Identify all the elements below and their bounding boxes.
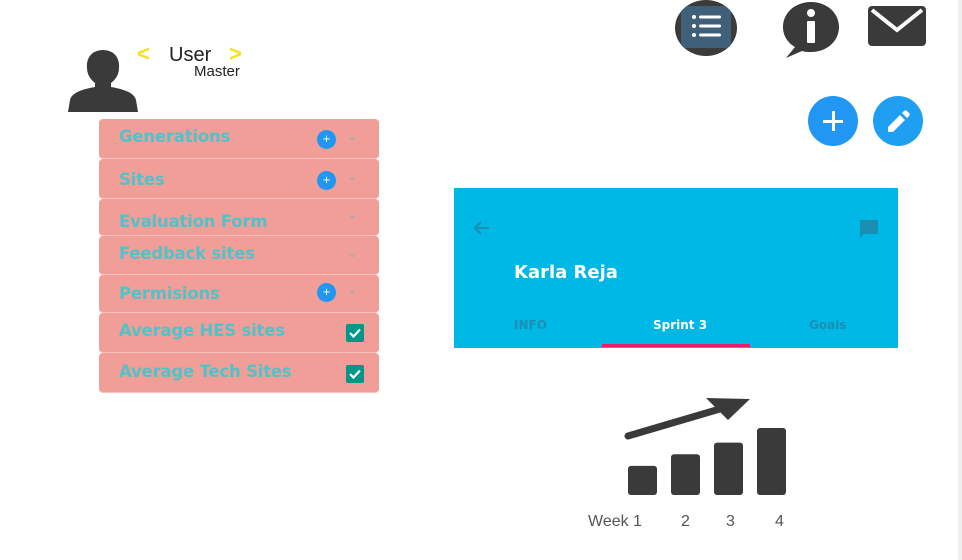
checkbox-average-tech-sites[interactable] bbox=[346, 365, 364, 383]
user-role: Master bbox=[194, 63, 240, 80]
user-avatar-icon[interactable] bbox=[66, 48, 140, 112]
menu-item-label: Generations bbox=[119, 127, 231, 146]
tab-sprint-3[interactable]: Sprint 3 bbox=[653, 318, 707, 332]
checkmark-icon bbox=[349, 369, 361, 380]
menu-item-permisions[interactable]: Permisions + ⌄ bbox=[99, 275, 379, 313]
x-tick-label: Week 1 bbox=[588, 513, 642, 530]
previous-user-button[interactable]: < bbox=[137, 41, 150, 67]
chevron-down-icon[interactable]: ⌄ bbox=[348, 210, 356, 221]
menu-item-average-hes-sites[interactable]: Average HES sites bbox=[99, 313, 379, 353]
chevron-down-icon[interactable]: ⌄ bbox=[348, 172, 356, 183]
menu-item-generations[interactable]: Generations + ⌄ bbox=[99, 119, 379, 159]
sidebar-menu: Generations + ⌄ Sites + ⌄ Evaluation For… bbox=[99, 119, 379, 393]
scrollbar-track[interactable] bbox=[958, 0, 962, 560]
add-button[interactable] bbox=[808, 96, 858, 146]
menu-item-label: Average Tech Sites bbox=[119, 362, 292, 381]
edit-button[interactable] bbox=[873, 96, 923, 146]
chat-icon[interactable] bbox=[858, 218, 880, 240]
menu-item-evaluation-form[interactable]: Evaluation Form ⌄ bbox=[99, 199, 379, 236]
chevron-down-icon[interactable]: ⌄ bbox=[348, 132, 356, 143]
list-icon bbox=[681, 6, 731, 48]
x-tick-label: 4 bbox=[775, 513, 784, 530]
menu-item-feedback-sites[interactable]: Feedback sites ⌄ bbox=[99, 236, 379, 275]
trend-arrow-line bbox=[624, 402, 734, 440]
info-icon[interactable] bbox=[780, 0, 842, 60]
menu-item-label: Sites bbox=[119, 170, 165, 189]
menu-item-label: Permisions bbox=[119, 284, 220, 303]
x-tick-label: 2 bbox=[681, 513, 690, 530]
menu-item-label: Average HES sites bbox=[119, 321, 285, 340]
profile-name: Karla Reja bbox=[514, 262, 618, 283]
menu-item-sites[interactable]: Sites + ⌄ bbox=[99, 159, 379, 199]
chart-bar bbox=[671, 454, 700, 495]
active-tab-indicator bbox=[602, 344, 750, 347]
menu-item-label: Evaluation Form bbox=[119, 212, 268, 231]
mail-icon[interactable] bbox=[866, 4, 928, 48]
add-permision-button[interactable]: + bbox=[317, 283, 336, 302]
list-menu-button[interactable] bbox=[675, 0, 737, 56]
chart-bar bbox=[714, 442, 743, 495]
checkbox-average-hes-sites[interactable] bbox=[346, 324, 364, 342]
chart-bar bbox=[628, 465, 657, 495]
x-tick-label: 3 bbox=[726, 513, 735, 530]
add-generation-button[interactable]: + bbox=[317, 130, 336, 149]
menu-item-label: Feedback sites bbox=[119, 244, 255, 263]
menu-item-average-tech-sites[interactable]: Average Tech Sites bbox=[99, 353, 379, 393]
arrow-back-icon[interactable] bbox=[472, 218, 492, 238]
profile-card: Karla Reja INFO Sprint 3 Goals bbox=[454, 188, 898, 348]
chevron-down-icon[interactable]: ⌄ bbox=[348, 249, 356, 260]
pencil-icon bbox=[888, 110, 910, 132]
tab-goals[interactable]: Goals bbox=[809, 318, 846, 332]
chart-bar bbox=[757, 428, 786, 495]
page: < User > Master Generations + ⌄ Sites + … bbox=[0, 0, 962, 560]
add-site-button[interactable]: + bbox=[317, 171, 336, 190]
plus-icon bbox=[823, 111, 843, 131]
tab-info[interactable]: INFO bbox=[514, 318, 547, 332]
checkmark-icon bbox=[349, 328, 361, 339]
chevron-down-icon[interactable]: ⌄ bbox=[348, 285, 356, 296]
